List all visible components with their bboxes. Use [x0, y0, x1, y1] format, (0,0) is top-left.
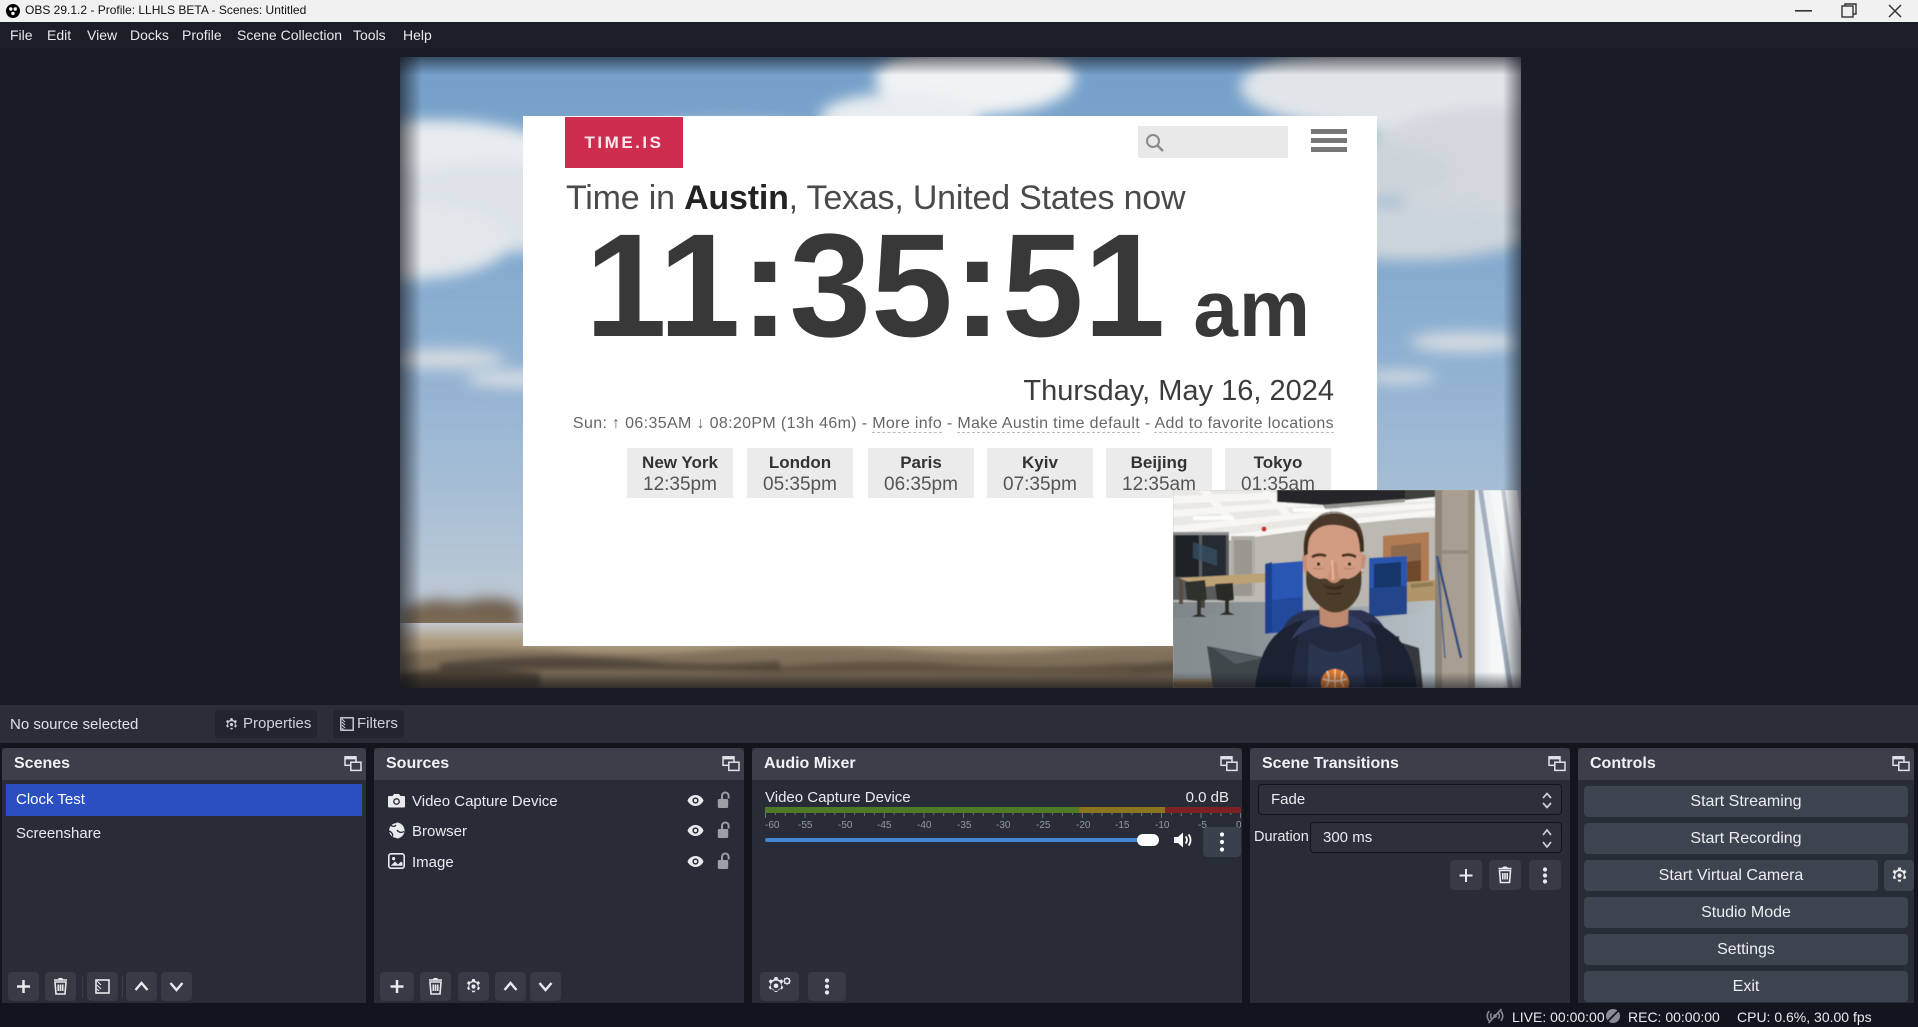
svg-text:-60: -60 — [765, 820, 780, 829]
svg-text:-20: -20 — [1076, 820, 1091, 829]
svg-text:-55: -55 — [798, 820, 813, 829]
svg-text:-25: -25 — [1036, 820, 1051, 829]
svg-text:-15: -15 — [1115, 820, 1130, 829]
svg-text:-10: -10 — [1155, 820, 1170, 829]
svg-text:-40: -40 — [917, 820, 932, 829]
svg-text:-35: -35 — [957, 820, 972, 829]
svg-text:-30: -30 — [996, 820, 1011, 829]
svg-text:-45: -45 — [877, 820, 892, 829]
svg-text:-50: -50 — [838, 820, 853, 829]
